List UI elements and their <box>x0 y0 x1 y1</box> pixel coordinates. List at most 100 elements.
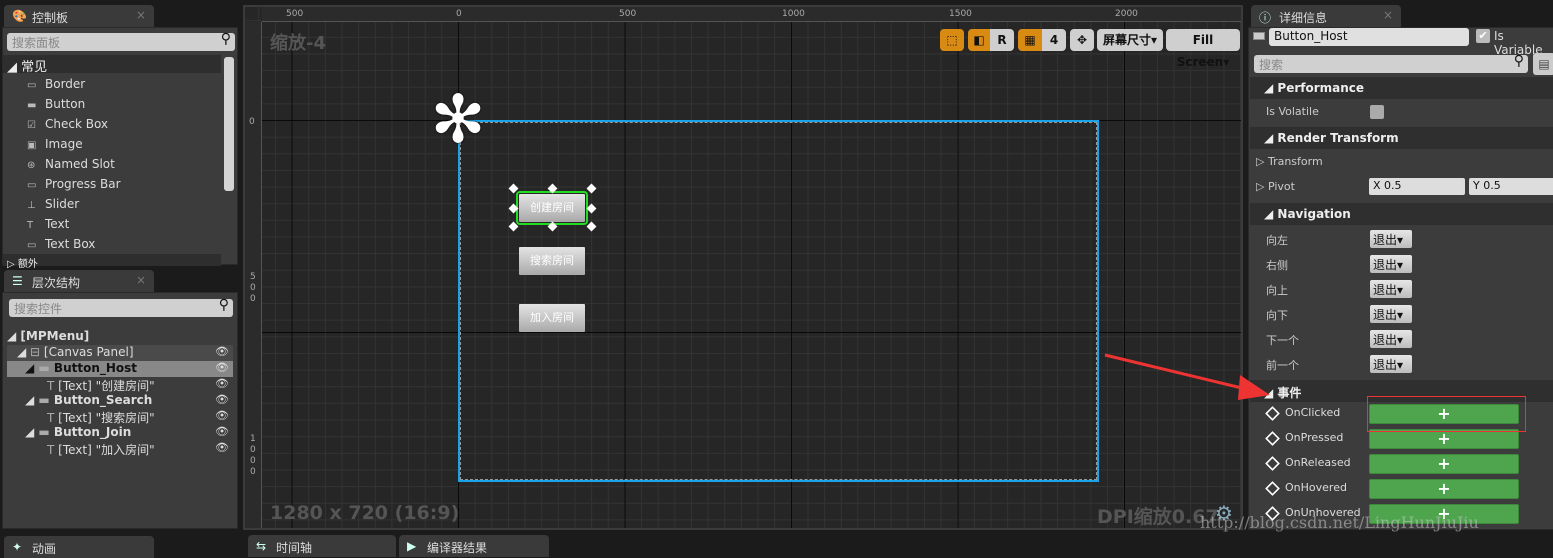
palette-item-label: Text <box>45 217 70 231</box>
hierarchy-row[interactable]: ◢ [MPMenu] <box>7 329 233 345</box>
row-label: [Text] "加入房间" <box>58 443 155 457</box>
property-matrix-button[interactable]: ▤ <box>1533 53 1553 75</box>
layout-toggle[interactable]: ◧ <box>968 29 990 51</box>
palette-item[interactable]: ▬ Button <box>27 97 85 117</box>
pivot-y-input[interactable]: Y 0.5 <box>1469 178 1553 195</box>
respect-locks-button[interactable]: R <box>990 29 1014 51</box>
tab-label: 时间轴 <box>276 541 313 555</box>
widget-icon: ▭ <box>27 240 37 251</box>
category-extra[interactable]: ▷ 额外 <box>3 254 221 270</box>
palette-item-label: Image <box>45 137 83 151</box>
widget-icon: T <box>47 411 59 425</box>
is-variable-checkbox[interactable]: ✔ <box>1476 29 1490 43</box>
add-event-button[interactable]: + <box>1369 429 1519 449</box>
pivot-x-input[interactable]: X 0.5 <box>1369 178 1465 195</box>
widget-type-icon <box>1253 32 1265 40</box>
section-label: Render Transform <box>1277 131 1399 145</box>
tab-hierarchy[interactable]: ☰ 层次结构 × <box>4 270 154 292</box>
ruler-label: 1000 <box>782 9 805 19</box>
palette-item[interactable]: ☑ Check Box <box>27 117 108 137</box>
visibility-eye-icon[interactable]: 👁 <box>215 377 229 390</box>
event-diamond-icon <box>1265 455 1280 471</box>
tab-animation[interactable]: ✦ 动画 <box>4 536 154 558</box>
palette-item[interactable]: ▣ Image <box>27 137 83 157</box>
hierarchy-search-input[interactable]: 搜索控件 ⚲ <box>9 297 233 317</box>
tab-timeline[interactable]: ⇆ 时间轴 <box>248 535 396 557</box>
nav-rule-dropdown[interactable]: 退出▾ <box>1370 355 1412 373</box>
grid-snap-value[interactable]: 4 <box>1042 29 1066 51</box>
close-icon[interactable]: × <box>136 8 146 22</box>
tab-details[interactable]: ⓘ 详细信息 × <box>1251 5 1401 27</box>
hierarchy-row[interactable]: T [Text] "加入房间" 👁 <box>7 441 233 457</box>
close-icon[interactable]: × <box>136 273 146 287</box>
palette-scrollbar[interactable] <box>224 57 234 191</box>
event-row: OnHovered <box>1265 480 1347 496</box>
ruler-label: 0 <box>249 117 255 127</box>
transform-row[interactable]: ▷ Transform <box>1256 155 1323 168</box>
screen-size-dropdown[interactable]: 屏幕尺寸▾ <box>1097 29 1163 51</box>
palette-item[interactable]: ⊥ Slider <box>27 197 79 217</box>
pivot-label: Pivot <box>1267 180 1295 193</box>
fill-screen-dropdown[interactable]: Fill Screen▾ <box>1166 29 1240 69</box>
tab-palette[interactable]: 🎨 控制板 × <box>4 5 154 27</box>
palette-item[interactable]: ▭ Progress Bar <box>27 177 121 197</box>
search-room-button[interactable]: 搜索房间 <box>519 247 585 275</box>
hierarchy-row[interactable]: ◢ ▬ Button_Join 👁 <box>7 425 233 441</box>
fit-button[interactable]: ✥ <box>1070 29 1094 51</box>
widget-name-input[interactable]: Button_Host <box>1269 28 1469 46</box>
palette-item[interactable]: ⊛ Named Slot <box>27 157 115 177</box>
grid-snap-toggle[interactable]: ▦ <box>1018 29 1042 51</box>
designer-viewport[interactable]: 500 0 500 1000 1500 2000 0 500 1000 缩放-4… <box>243 5 1243 530</box>
tab-compiler-results[interactable]: ▶ 编译器结果 <box>399 535 549 557</box>
palette-search-input[interactable]: 搜索面板 ⚲ <box>7 31 235 51</box>
create-room-button[interactable]: 创建房间 <box>516 191 588 225</box>
nav-rule-dropdown[interactable]: 退出▾ <box>1370 305 1412 323</box>
nav-rule-dropdown[interactable]: 退出▾ <box>1370 330 1412 348</box>
ruler-label: 0 <box>456 9 462 19</box>
anchor-icon[interactable]: ✻ <box>426 87 490 154</box>
join-room-button[interactable]: 加入房间 <box>519 304 585 332</box>
dropdown-value: 退出 <box>1373 258 1398 272</box>
placeholder: 搜索控件 <box>14 302 63 316</box>
ruler-label: 500 <box>250 272 256 304</box>
nav-label: 右侧 <box>1266 259 1288 272</box>
nav-label: 向上 <box>1266 284 1288 297</box>
palette-item[interactable]: T Text <box>27 217 69 237</box>
ruler-horizontal: 500 0 500 1000 1500 2000 <box>262 7 1241 22</box>
nav-rule-dropdown[interactable]: 退出▾ <box>1370 255 1412 273</box>
widget-icon: ▭ <box>27 180 37 191</box>
row-label: [Text] "创建房间" <box>58 379 155 393</box>
visibility-eye-icon[interactable]: 👁 <box>215 345 229 358</box>
category-common[interactable]: ◢ 常见 <box>3 55 221 75</box>
hierarchy-row[interactable]: T [Text] "创建房间" 👁 <box>7 377 233 393</box>
hierarchy-row[interactable]: T [Text] "搜索房间" 👁 <box>7 409 233 425</box>
section-label: 事件 <box>1277 386 1302 400</box>
visibility-eye-icon[interactable]: 👁 <box>215 409 229 422</box>
ruler-label: 500 <box>619 9 637 19</box>
visibility-eye-icon[interactable]: 👁 <box>215 441 229 454</box>
add-event-button[interactable]: + <box>1369 454 1519 474</box>
close-icon[interactable]: × <box>1383 8 1393 22</box>
visibility-eye-icon[interactable]: 👁 <box>215 425 229 438</box>
nav-rule-dropdown[interactable]: 退出▾ <box>1370 230 1412 248</box>
hierarchy-row[interactable]: ◢ ▬ Button_Search 👁 <box>7 393 233 409</box>
dropdown-label: 屏幕尺寸 <box>1102 33 1151 47</box>
section-performance[interactable]: ◢ Performance <box>1250 77 1553 99</box>
palette-item[interactable]: ▭ Border <box>27 77 85 97</box>
section-render-transform[interactable]: ◢ Render Transform <box>1250 127 1553 149</box>
details-search-input[interactable]: 搜索 ⚲ <box>1254 53 1528 73</box>
pivot-row[interactable]: ▷ Pivot <box>1256 180 1295 193</box>
section-navigation[interactable]: ◢ Navigation <box>1250 203 1553 225</box>
nav-rule-dropdown[interactable]: 退出▾ <box>1370 280 1412 298</box>
watermark: http://blog.csdn.net/LingHunJiuJiu <box>1200 513 1479 532</box>
hierarchy-row[interactable]: ◢ ▬ Button_Host 👁 <box>7 361 233 377</box>
visibility-eye-icon[interactable]: 👁 <box>215 361 229 374</box>
hierarchy-row[interactable]: ◢ ⊟ [Canvas Panel] 👁 <box>7 345 233 361</box>
outline-toggle[interactable]: ⬚ <box>940 29 964 51</box>
is-volatile-checkbox[interactable] <box>1370 105 1384 119</box>
add-event-button[interactable]: + <box>1369 479 1519 499</box>
visibility-eye-icon[interactable]: 👁 <box>215 393 229 406</box>
widget-icon: ⊥ <box>27 200 36 211</box>
tab-label: 层次结构 <box>32 276 81 290</box>
is-volatile-label: Is Volatile <box>1266 105 1319 118</box>
